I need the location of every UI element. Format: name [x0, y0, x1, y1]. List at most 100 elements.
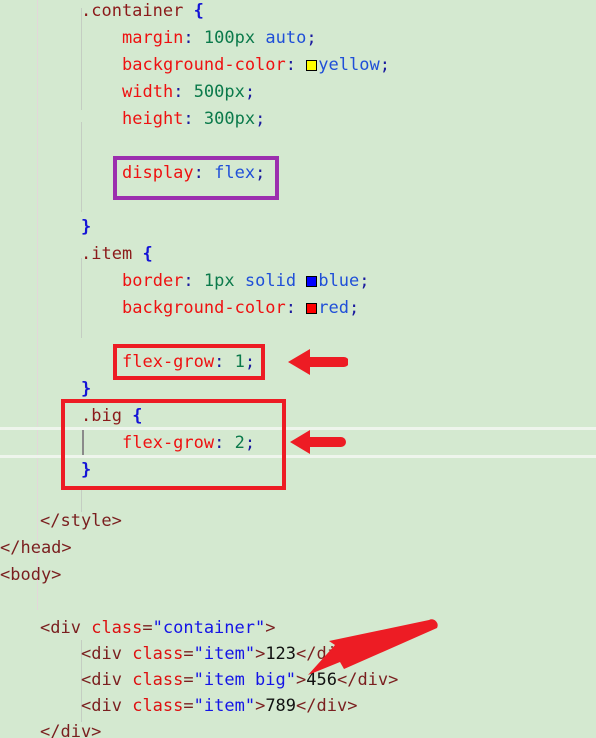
token-value-width: 500px	[193, 82, 245, 102]
token-colon: :	[173, 82, 184, 102]
token-semicolon: ;	[244, 433, 256, 453]
token-colon: :	[285, 55, 297, 75]
token-value-height: 300px	[203, 109, 256, 129]
code-line-20[interactable]: </head>	[0, 535, 596, 562]
token-attr-class: class	[132, 644, 184, 664]
token-open-brace: {	[193, 1, 204, 21]
token-colon: :	[214, 352, 225, 372]
token-semicolon: ;	[348, 298, 360, 318]
token-semicolon: ;	[255, 163, 266, 183]
token-tag-div-open: <div	[81, 644, 122, 664]
token-tag-bracket: >	[265, 618, 276, 638]
token-property-flex-grow: flex-grow	[122, 433, 215, 453]
code-line-23[interactable]: <div class="container">	[0, 615, 596, 642]
token-equals: =	[183, 644, 194, 664]
token-value-border-width: 1px	[203, 271, 235, 291]
token-equals: =	[142, 618, 153, 638]
token-value-auto: auto	[265, 28, 307, 48]
code-editor-view[interactable]: .container { margin: 100px auto; backgro…	[0, 0, 596, 738]
token-property-flex-grow: flex-grow	[122, 352, 215, 372]
token-text-456: 456	[306, 670, 337, 690]
code-line-24[interactable]: <div class="item">123</div>	[0, 641, 596, 668]
token-semicolon: ;	[244, 352, 256, 372]
token-text-123: 123	[265, 644, 297, 664]
code-line-11[interactable]: border: 1px solid blue;	[0, 268, 596, 295]
token-tag-bracket: >	[296, 670, 307, 690]
code-line-15[interactable]: }	[0, 376, 596, 403]
token-property-display: display	[122, 163, 194, 183]
token-colon: :	[285, 298, 297, 318]
code-line-26[interactable]: <div class="item">789</div>	[0, 693, 596, 720]
token-tag-body-open: <body>	[0, 565, 62, 585]
token-attr-class: class	[132, 670, 184, 690]
token-attr-class: class	[91, 618, 143, 638]
token-value-grow-2: 2	[234, 433, 245, 453]
token-colon: :	[214, 433, 225, 453]
token-selector: .item	[81, 244, 133, 264]
token-semicolon: ;	[379, 55, 390, 75]
red-swatch-icon[interactable]	[306, 303, 318, 314]
code-line-19[interactable]: </style>	[0, 508, 596, 535]
token-attr-class: class	[132, 696, 184, 716]
yellow-swatch-icon[interactable]	[306, 60, 318, 71]
token-equals: =	[183, 696, 194, 716]
code-line-10[interactable]: .item {	[0, 241, 596, 268]
token-class-item-big: "item big"	[193, 670, 296, 690]
token-tag-div-close: </div>	[40, 722, 102, 738]
token-tag-div-open: <div	[81, 696, 122, 716]
token-colon: :	[193, 163, 204, 183]
token-semicolon: ;	[255, 109, 266, 129]
token-tag-div-open: <div	[81, 670, 122, 690]
token-semicolon: ;	[306, 28, 317, 48]
token-value-margin: 100px	[203, 28, 256, 48]
blue-swatch-icon[interactable]	[306, 276, 318, 287]
token-tag-bracket: >	[255, 644, 266, 664]
code-line-4[interactable]: width: 500px;	[0, 79, 596, 106]
token-tag-bracket: >	[255, 696, 266, 716]
token-close-brace: }	[81, 460, 92, 480]
token-property-margin: margin	[122, 28, 184, 48]
token-open-brace: {	[132, 406, 143, 426]
code-line-3[interactable]: background-color: yellow;	[0, 52, 596, 79]
token-value-blue: blue	[318, 271, 360, 291]
token-selector: .big	[81, 406, 122, 426]
code-text[interactable]: .container { margin: 100px auto; backgro…	[0, 0, 596, 738]
token-class-container: "container"	[152, 618, 266, 638]
code-line-1[interactable]: .container {	[0, 0, 596, 25]
code-line-25[interactable]: <div class="item big">456</div>	[0, 667, 596, 694]
code-line-17[interactable]: flex-grow: 2;	[0, 430, 596, 457]
token-value-yellow: yellow	[318, 55, 380, 75]
token-equals: =	[183, 670, 194, 690]
token-property-width: width	[122, 82, 174, 102]
token-selector: .container	[81, 1, 184, 21]
token-value-border-style: solid	[244, 271, 297, 291]
code-line-14[interactable]: flex-grow: 1;	[0, 349, 596, 376]
token-class-item: "item"	[193, 696, 256, 716]
code-line-12[interactable]: background-color: red;	[0, 295, 596, 322]
token-property-background-color: background-color	[122, 55, 286, 75]
code-line-5[interactable]: height: 300px;	[0, 106, 596, 133]
token-tag-div-close: </div>	[296, 644, 358, 664]
token-close-brace: }	[81, 379, 92, 399]
code-line-27[interactable]: </div>	[0, 719, 596, 738]
token-colon: :	[183, 28, 194, 48]
token-tag-div-close: </div>	[296, 696, 358, 716]
token-colon: :	[183, 109, 194, 129]
token-tag-style-close: </style>	[40, 511, 122, 531]
code-line-7[interactable]: display: flex;	[0, 160, 596, 187]
token-property-background-color: background-color	[122, 298, 286, 318]
token-property-border: border	[122, 271, 184, 291]
token-semicolon: ;	[359, 271, 370, 291]
code-line-16[interactable]: .big {	[0, 403, 596, 430]
code-line-18[interactable]: }	[0, 457, 596, 484]
token-value-flex: flex	[214, 163, 256, 183]
token-property-height: height	[122, 109, 184, 129]
token-close-brace: }	[81, 217, 92, 237]
code-line-2[interactable]: margin: 100px auto;	[0, 25, 596, 52]
token-tag-head-close: </head>	[0, 538, 72, 558]
token-tag-div-close: </div>	[336, 670, 399, 690]
code-line-21[interactable]: <body>	[0, 562, 596, 589]
token-tag-div-open: <div	[40, 618, 81, 638]
code-line-9[interactable]: }	[0, 214, 596, 241]
token-colon: :	[183, 271, 194, 291]
